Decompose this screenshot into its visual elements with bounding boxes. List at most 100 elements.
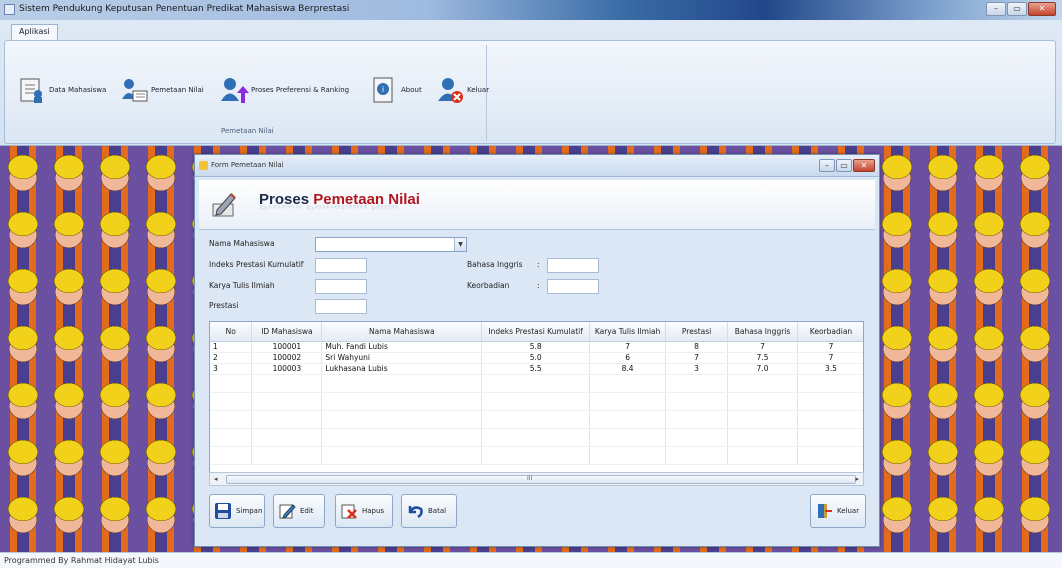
empty-row [210, 392, 863, 411]
svg-text:i: i [382, 85, 384, 94]
form-icon [199, 161, 208, 170]
ipk-input[interactable] [315, 258, 367, 273]
form-minimize-button[interactable]: – [819, 159, 835, 172]
exit-door-icon [815, 502, 833, 520]
cell-no: 3 [210, 363, 253, 375]
scroll-thumb[interactable]: III [226, 475, 856, 484]
form-title: Form Pemetaan Nilai [211, 161, 284, 169]
pemetaan-nilai-button[interactable]: Pemetaan Nilai [119, 73, 204, 107]
bahasa-inggris-label: Bahasa Inggris [467, 260, 523, 269]
maximize-button[interactable]: ▭ [1007, 2, 1027, 16]
keorbadian-input[interactable] [547, 279, 599, 294]
cell-id: 100002 [251, 352, 323, 364]
ribbon-panel: Data Mahasiswa Pemetaan Nilai Proses Pre… [4, 40, 1056, 144]
proses-ranking-label: Proses Preferensi & Ranking [251, 86, 350, 94]
kti-input[interactable] [315, 279, 367, 294]
simpan-label: Simpan [236, 507, 263, 515]
prestasi-label: Prestasi [209, 301, 239, 310]
app-icon[interactable] [4, 4, 15, 15]
column-header[interactable]: ID Mahasiswa [251, 322, 323, 342]
about-label: About [401, 86, 422, 94]
keluar-ribbon-label: Keluar [467, 86, 490, 94]
simpan-button[interactable]: Simpan [209, 494, 265, 528]
cell-nama: Sri Wahyuni [321, 352, 483, 364]
empty-row [210, 374, 863, 393]
cell-id: 100001 [251, 341, 323, 353]
cell-nama: Muh. Fandi Lubis [321, 341, 483, 353]
cell-ipk: 5.0 [481, 352, 591, 364]
chevron-down-icon[interactable]: ▼ [454, 238, 466, 251]
edit-icon [278, 502, 296, 520]
nama-mahasiswa-combo[interactable]: ▼ [315, 237, 467, 252]
cell-inggris: 7.5 [727, 352, 798, 364]
ribbon-group: Data Mahasiswa Pemetaan Nilai Proses Pre… [11, 45, 489, 141]
pemetaan-nilai-label: Pemetaan Nilai [151, 86, 204, 94]
proses-ranking-button[interactable]: Proses Preferensi & Ranking [219, 73, 349, 107]
scroll-left-icon[interactable]: ◂ [214, 475, 218, 483]
column-header[interactable]: No [210, 322, 253, 342]
main-title-bar: Sistem Pendukung Keputusan Penentuan Pre… [0, 0, 1062, 20]
scroll-right-icon[interactable]: ▸ [855, 475, 859, 483]
table-row[interactable]: 1 100001 Muh. Fandi Lubis 5.8 7 8 7 7 [210, 341, 863, 353]
ribbon: Aplikasi Data Mahasiswa Pemetaan Nilai P… [0, 20, 1062, 146]
cell-id: 100003 [251, 363, 323, 375]
prestasi-input[interactable] [315, 299, 367, 314]
close-button[interactable]: ✕ [1028, 2, 1056, 16]
save-icon [214, 502, 232, 520]
batal-button[interactable]: Batal [401, 494, 457, 528]
ipk-label: Indeks Prestasi Kumulatif [209, 260, 304, 269]
cell-ipk: 5.5 [481, 363, 591, 375]
pen-edit-icon [209, 190, 239, 220]
bahasa-inggris-input[interactable] [547, 258, 599, 273]
keluar-button[interactable]: Keluar [810, 494, 866, 528]
cell-keorbadian: 3.5 [797, 363, 863, 375]
mapping-icon [119, 75, 149, 105]
scroll-grip: III [527, 475, 533, 482]
tab-aplikasi[interactable]: Aplikasi [11, 24, 58, 40]
cell-prestasi: 7 [665, 352, 729, 364]
column-header[interactable]: Indeks Prestasi Kumulatif [481, 322, 591, 342]
about-button[interactable]: i About [369, 73, 422, 107]
cell-ipk: 5.8 [481, 341, 591, 353]
status-bar: Programmed By Rahmat Hidayat Lubis [0, 552, 1062, 568]
bahasa-inggris-colon: : [537, 260, 540, 269]
table-row[interactable]: 3 100003 Lukhasana Lubis 5.5 8.4 3 7.0 3… [210, 363, 863, 375]
empty-row [210, 446, 863, 465]
nama-mahasiswa-label: Nama Mahasiswa [209, 239, 275, 248]
form-maximize-button[interactable]: ▭ [836, 159, 852, 172]
minimize-button[interactable]: – [986, 2, 1006, 16]
keluar-ribbon-button[interactable]: Keluar [435, 73, 489, 107]
data-table: No ID Mahasiswa Nama Mahasiswa Indeks Pr… [210, 322, 863, 465]
cell-kti: 7 [589, 341, 667, 353]
column-header[interactable]: Prestasi [665, 322, 729, 342]
cell-inggris: 7.0 [727, 363, 798, 375]
hapus-button[interactable]: Hapus [335, 494, 393, 528]
data-grid[interactable]: No ID Mahasiswa Nama Mahasiswa Indeks Pr… [209, 321, 864, 479]
ribbon-group-label: Pemetaan Nilai [221, 127, 274, 135]
column-header[interactable]: Keorbadian [797, 322, 863, 342]
keorbadian-colon: : [537, 281, 540, 290]
cell-kti: 6 [589, 352, 667, 364]
data-mahasiswa-button[interactable]: Data Mahasiswa [17, 73, 106, 107]
edit-button[interactable]: Edit [273, 494, 325, 528]
empty-row [210, 410, 863, 429]
cell-keorbadian: 7 [797, 341, 863, 353]
header-title-reflection: Proses Pemetaan Nilai [259, 204, 399, 212]
column-header[interactable]: Karya Tulis Ilmiah [589, 322, 667, 342]
window-controls: – ▭ ✕ [986, 2, 1056, 16]
cell-prestasi: 3 [665, 363, 729, 375]
header-reflection-part2: Pemetaan Nilai [306, 203, 399, 212]
column-header[interactable]: Bahasa Inggris [727, 322, 798, 342]
main-window-title: Sistem Pendukung Keputusan Penentuan Pre… [19, 4, 350, 14]
column-header[interactable]: Nama Mahasiswa [321, 322, 483, 342]
form-close-button[interactable]: ✕ [853, 159, 875, 172]
ranking-icon [219, 75, 249, 105]
table-row[interactable]: 2 100002 Sri Wahyuni 5.0 6 7 7.5 7 [210, 352, 863, 364]
input-form: Nama Mahasiswa ▼ Indeks Prestasi Kumulat… [199, 231, 875, 317]
form-window-controls: – ▭ ✕ [819, 159, 875, 172]
empty-row [210, 428, 863, 447]
cell-keorbadian: 7 [797, 352, 863, 364]
delete-icon [340, 502, 358, 520]
horizontal-scrollbar[interactable]: ◂ III ▸ [209, 472, 864, 486]
cell-prestasi: 8 [665, 341, 729, 353]
